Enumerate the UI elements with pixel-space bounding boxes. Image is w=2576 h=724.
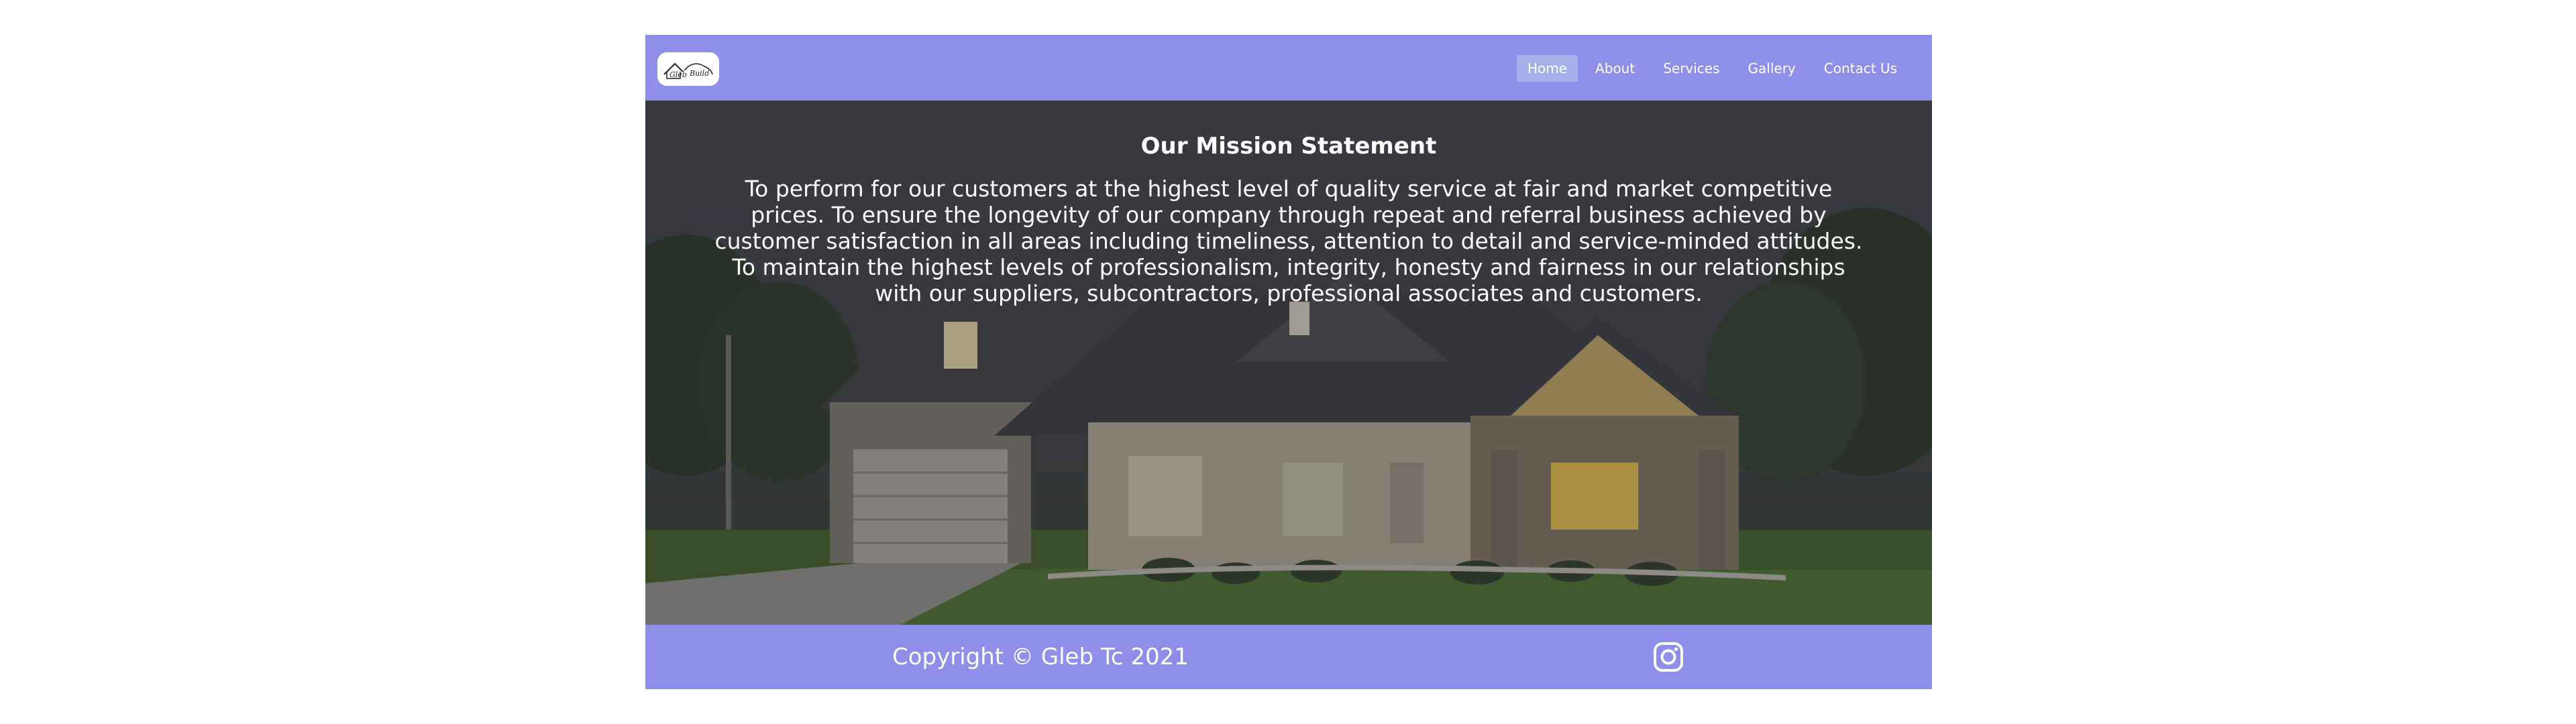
copyright-text: Copyright © Gleb Tc 2021 — [892, 644, 1189, 670]
mission-text: To perform for our customers at the high… — [714, 176, 1863, 306]
main-nav: Home About Services Gallery Contact Us — [1516, 55, 1908, 82]
logo[interactable]: Gleb Build — [657, 52, 719, 86]
instagram-icon[interactable] — [1653, 642, 1684, 672]
site-header: Gleb Build Home About Services Gallery C… — [645, 35, 1932, 101]
nav-about[interactable]: About — [1585, 55, 1646, 82]
mission-title: Our Mission Statement — [1140, 133, 1437, 160]
site-footer: Copyright © Gleb Tc 2021 — [645, 625, 1932, 689]
nav-contact[interactable]: Contact Us — [1813, 55, 1908, 82]
nav-home[interactable]: Home — [1516, 55, 1578, 82]
house-logo-icon: Gleb Build — [663, 62, 713, 79]
nav-gallery[interactable]: Gallery — [1737, 55, 1807, 82]
svg-text:Gleb: Gleb — [669, 70, 687, 79]
svg-text:Build: Build — [689, 69, 709, 78]
hero-section: Our Mission Statement To perform for our… — [645, 101, 1932, 625]
site-container: Gleb Build Home About Services Gallery C… — [645, 35, 1932, 689]
nav-services[interactable]: Services — [1652, 55, 1730, 82]
